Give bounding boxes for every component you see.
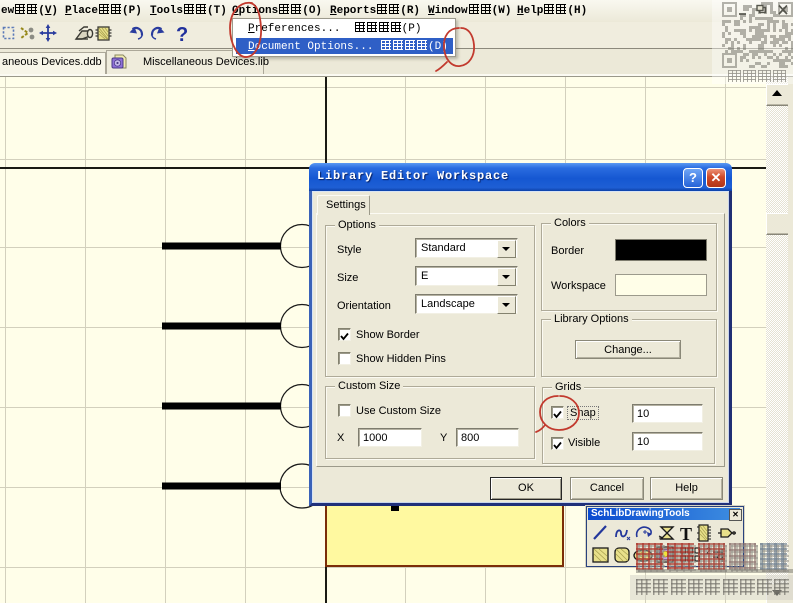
svg-text:?: ?	[176, 24, 188, 46]
